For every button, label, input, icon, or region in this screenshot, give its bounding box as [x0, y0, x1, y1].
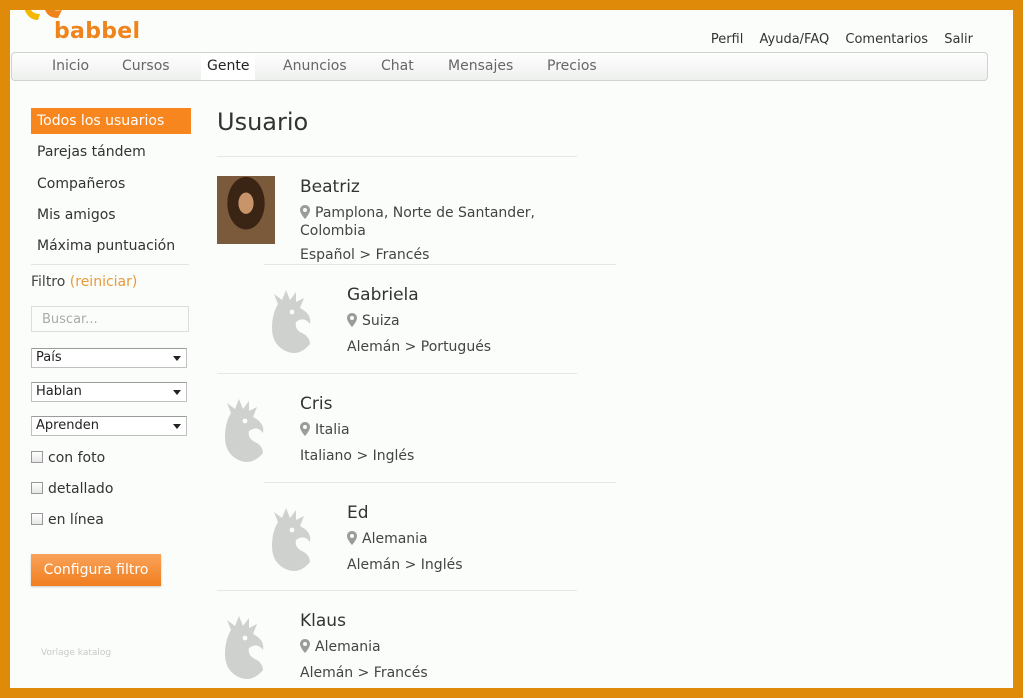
nav-item-precios[interactable]: Precios — [541, 53, 603, 80]
select-aprenden-value: Aprenden — [36, 418, 99, 433]
user-location: Alemania — [300, 638, 560, 656]
page-frame: babbel Perfil Ayuda/FAQ Comentarios Sali… — [10, 10, 1013, 688]
location-pin-icon — [300, 422, 310, 436]
chevron-down-icon — [173, 424, 181, 429]
location-pin-icon — [347, 313, 357, 327]
link-salir[interactable]: Salir — [944, 32, 973, 47]
select-aprenden[interactable]: Aprenden — [31, 416, 187, 436]
sidebar-item-todos[interactable]: Todos los usuarios — [31, 108, 191, 134]
filter-reset-link[interactable]: (reiniciar) — [70, 274, 138, 290]
top-links: Perfil Ayuda/FAQ Comentarios Salir — [699, 32, 973, 47]
sidebar-item-companeros[interactable]: Compañeros — [31, 171, 191, 197]
sidebar-item-parejas[interactable]: Parejas tándem — [31, 139, 191, 165]
select-pais[interactable]: País — [31, 348, 187, 368]
user-location-text: Italia — [315, 422, 350, 438]
chevron-down-icon — [173, 356, 181, 361]
nav-item-gente[interactable]: Gente — [201, 53, 256, 80]
checkbox-icon[interactable] — [31, 451, 43, 463]
sidebar-divider — [31, 264, 189, 265]
divider — [217, 156, 577, 157]
divider — [264, 482, 616, 483]
link-ayuda-faq[interactable]: Ayuda/FAQ — [760, 32, 830, 47]
user-location: Italia — [300, 421, 560, 439]
user-languages: Alemán > Inglés — [347, 557, 463, 573]
select-hablan-value: Hablan — [36, 384, 82, 399]
avatar[interactable] — [217, 176, 275, 244]
checkbox-con-foto[interactable]: con foto — [31, 450, 105, 466]
select-hablan[interactable]: Hablan — [31, 382, 187, 402]
divider — [217, 590, 577, 591]
checkbox-label: con foto — [48, 450, 106, 466]
user-card[interactable]: Gabriela Suiza Alemán > Portugués — [264, 264, 616, 373]
divider — [217, 373, 577, 374]
location-pin-icon — [300, 639, 310, 653]
filter-heading: Filtro (reiniciar) — [31, 274, 137, 290]
checkbox-label: detallado — [48, 481, 114, 497]
user-name[interactable]: Klaus — [300, 611, 346, 631]
select-pais-value: País — [36, 350, 62, 365]
user-card[interactable]: Ed Alemania Alemán > Inglés — [264, 482, 616, 591]
babbel-logo[interactable]: babbel — [22, 10, 152, 50]
nav-item-anuncios[interactable]: Anuncios — [277, 53, 353, 80]
user-location-text: Alemania — [362, 531, 428, 547]
checkbox-icon[interactable] — [31, 513, 43, 525]
location-pin-icon — [347, 531, 357, 545]
checkbox-detallado[interactable]: detallado — [31, 481, 113, 497]
user-card[interactable]: Cris Italia Italiano > Inglés — [217, 373, 577, 482]
user-card[interactable]: Klaus Alemania Alemán > Francés — [217, 590, 577, 688]
default-avatar-icon[interactable] — [264, 288, 324, 358]
user-languages: Español > Francés — [300, 247, 430, 263]
user-location: Pamplona, Norte de Santander, Colombia — [300, 204, 560, 240]
user-name[interactable]: Cris — [300, 394, 332, 414]
nav-item-mensajes[interactable]: Mensajes — [442, 53, 519, 80]
sidebar-item-maxima[interactable]: Máxima puntuación — [31, 233, 191, 259]
link-comentarios[interactable]: Comentarios — [845, 32, 928, 47]
nav-item-cursos[interactable]: Cursos — [116, 53, 176, 80]
user-location: Alemania — [347, 530, 607, 548]
default-avatar-icon[interactable] — [217, 614, 277, 684]
checkbox-label: en línea — [48, 512, 104, 528]
user-location-text: Suiza — [362, 313, 400, 329]
sidebar-item-amigos[interactable]: Mis amigos — [31, 202, 191, 228]
user-languages: Alemán > Francés — [300, 665, 428, 681]
divider — [264, 264, 616, 265]
user-name[interactable]: Beatriz — [300, 177, 360, 197]
link-perfil[interactable]: Perfil — [711, 32, 744, 47]
default-avatar-icon[interactable] — [264, 506, 324, 576]
checkbox-en-linea[interactable]: en línea — [31, 512, 104, 528]
user-location-text: Alemania — [315, 639, 381, 655]
nav-item-chat[interactable]: Chat — [375, 53, 420, 80]
user-languages: Alemán > Portugués — [347, 339, 492, 355]
configure-filter-button[interactable]: Configura filtro — [31, 554, 161, 586]
sidebar: Todos los usuarios Parejas tándem Compañ… — [31, 108, 191, 586]
user-languages: Italiano > Inglés — [300, 448, 415, 464]
watermark-text: Vorlage katalog — [41, 648, 112, 658]
checkbox-icon[interactable] — [31, 482, 43, 494]
user-location-text: Pamplona, Norte de Santander, Colombia — [300, 205, 536, 239]
user-location: Suiza — [347, 312, 607, 330]
user-card[interactable]: Beatriz Pamplona, Norte de Santander, Co… — [217, 156, 577, 265]
logo-wordmark: babbel — [54, 19, 141, 44]
page-title: Usuario — [217, 108, 309, 136]
search-input[interactable] — [31, 306, 189, 332]
chevron-down-icon — [173, 390, 181, 395]
location-pin-icon — [300, 205, 310, 219]
default-avatar-icon[interactable] — [217, 397, 277, 467]
filter-label: Filtro — [31, 274, 66, 290]
main-nav: Inicio Cursos Gente Anuncios Chat Mensaj… — [11, 52, 988, 81]
user-name[interactable]: Gabriela — [347, 285, 419, 305]
nav-item-inicio[interactable]: Inicio — [46, 53, 95, 80]
user-name[interactable]: Ed — [347, 503, 369, 523]
